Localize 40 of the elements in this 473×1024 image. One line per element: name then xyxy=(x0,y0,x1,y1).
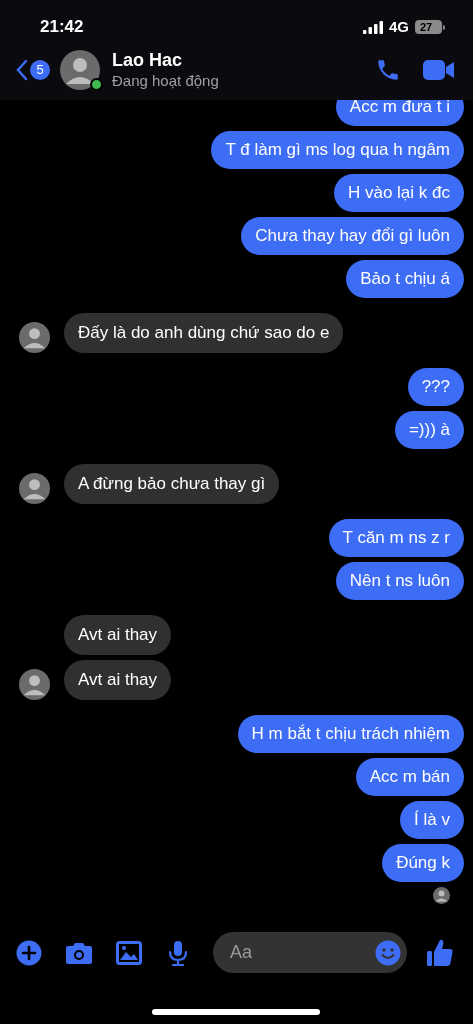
sent-message-bubble: Đúng k xyxy=(382,844,464,882)
phone-call-icon[interactable] xyxy=(375,57,401,83)
avatar xyxy=(19,669,50,700)
received-message-bubble: Avt ai thay xyxy=(64,615,172,655)
add-icon[interactable] xyxy=(16,939,42,966)
video-camera-icon[interactable] xyxy=(423,59,455,81)
received-message-bubble: Đấy là do anh dùng chứ sao do e xyxy=(64,313,344,353)
avatar xyxy=(19,322,50,353)
sent-message-bubble: T đ làm gì ms log qua h ngâm xyxy=(211,131,464,169)
camera-icon[interactable] xyxy=(65,940,93,965)
sent-message-bubble: ??? xyxy=(407,368,464,406)
sent-message-bubble: H vào lại k đc xyxy=(333,174,464,212)
sent-message-bubble: Acc m đưa t i xyxy=(335,100,464,126)
network-label: 4G xyxy=(389,16,409,37)
battery-icon: 27 xyxy=(415,20,445,34)
message-input-field[interactable]: Aa xyxy=(230,939,375,966)
sent-message-bubble: H m bắt t chịu trách nhiệm xyxy=(237,715,464,753)
activity-status: Đang hoạt động xyxy=(112,71,219,91)
back-button[interactable]: 5 xyxy=(16,59,50,81)
message-composer[interactable]: Aa xyxy=(213,932,407,973)
microphone-icon[interactable] xyxy=(167,939,189,966)
received-message-bubble: Avt ai thay xyxy=(64,660,172,700)
received-message-bubble: A đừng bảo chưa thay gì xyxy=(64,464,280,504)
image-icon[interactable] xyxy=(116,940,142,965)
avatar xyxy=(19,473,50,504)
back-chevron-icon xyxy=(16,59,28,81)
sent-message-bubble: Chưa thay hay đổi gì luôn xyxy=(241,217,464,255)
emoji-icon[interactable] xyxy=(375,939,401,966)
thumbs-up-icon[interactable] xyxy=(427,938,453,967)
sent-message-bubble: Acc m bán xyxy=(355,758,464,796)
clock-time: 21:42 xyxy=(40,16,84,39)
contact-name: Lao Hac xyxy=(112,49,184,72)
unread-badge: 5 xyxy=(30,60,50,80)
avatar xyxy=(60,50,100,90)
sent-message-bubble: =))) à xyxy=(394,411,464,449)
sent-message-bubble: Nên t ns luôn xyxy=(335,562,464,600)
sent-message-bubble: Bảo t chịu á xyxy=(346,260,464,298)
sent-message-bubble: Í là v xyxy=(400,801,464,839)
sent-message-bubble: T căn m ns z r xyxy=(328,519,464,557)
signal-icon xyxy=(363,20,383,34)
